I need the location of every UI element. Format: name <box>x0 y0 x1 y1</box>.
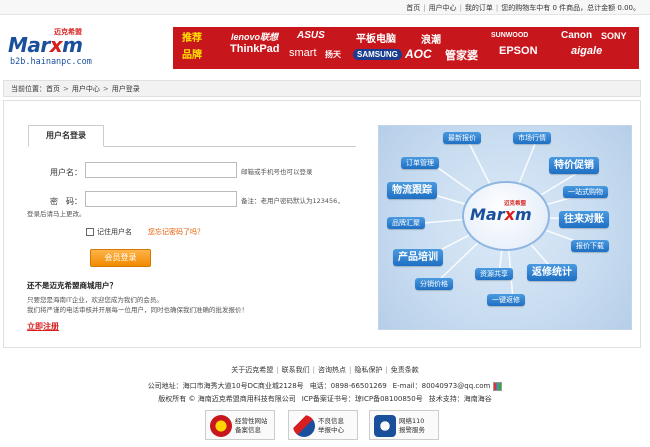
top-link-user-center[interactable]: 用户中心 <box>429 3 457 13</box>
brand-epson[interactable]: EPSON <box>499 45 538 57</box>
separator: | <box>459 4 462 12</box>
brand-sony[interactable]: SONY <box>601 31 627 41</box>
footer-icp[interactable]: ICP备案证书号：琼ICP备08100850号 <box>302 395 423 403</box>
brand-canon[interactable]: Canon <box>561 30 592 41</box>
brand-samsung[interactable]: SAMSUNG <box>353 49 402 60</box>
node-brand-gathering: 品牌汇聚 <box>387 217 425 229</box>
node-distribution-price: 分销价格 <box>415 278 453 290</box>
top-link-home[interactable]: 首页 <box>406 3 420 13</box>
register-desc-2: 我们将严谨的电话审核并开展每一位用户，同时也确保我们准确的批发报价！ <box>27 306 248 314</box>
breadcrumb-arrow: > <box>63 85 69 93</box>
police-shield-icon <box>210 415 232 437</box>
remember-username-label[interactable]: 记住用户名 <box>97 227 132 237</box>
brand-aoc[interactable]: AOC <box>405 47 432 61</box>
brand-banner[interactable]: 推荐 品牌 lenovo联想 ThinkPad ASUS smart 扬天 平板电… <box>173 27 639 69</box>
password-label: 密 码： <box>50 197 82 206</box>
diagram-hub-logo: 迈克希盟 Marxm <box>462 181 550 251</box>
register-now-link[interactable]: 立即注册 <box>27 321 59 332</box>
logo-wordmark: Marxm <box>8 33 83 57</box>
node-market: 市场行情 <box>513 132 551 144</box>
node-quote-download: 报价下载 <box>571 240 609 252</box>
brand-lenovo[interactable]: lenovo联想 <box>231 30 278 43</box>
breadcrumb-arrow: > <box>102 85 109 93</box>
top-links: 首页 | 用户中心 | 我的订单 | 您的购物车中有 0 件商品，总计金额 0.00。 <box>406 3 640 13</box>
badge-business-filing[interactable]: 经营性网站 备案信息 <box>205 410 275 440</box>
node-special-promo: 特价促销 <box>549 157 599 174</box>
breadcrumb-home[interactable]: 首页 <box>46 85 60 93</box>
node-repair-stats: 返修统计 <box>527 264 577 281</box>
remember-username-checkbox[interactable] <box>86 228 94 236</box>
forgot-password-link[interactable]: 您忘记密码了吗？ <box>148 227 204 237</box>
footer-support: 技术支持：海南海谷 <box>428 395 492 403</box>
brand-tablet[interactable]: 平板电脑 <box>356 30 396 45</box>
brand-asus[interactable]: ASUS <box>297 30 325 41</box>
footer-copyright-line: 版权所有 © 海南迈克希盟商用科技有限公司 ICP备案证书号：琼ICP备08100… <box>0 394 650 404</box>
breadcrumb: 当前位置：首页 > 用户中心 > 用户登录 <box>3 80 641 97</box>
node-product-training: 产品培训 <box>393 249 443 266</box>
breadcrumb-prefix: 当前位置： <box>11 85 46 93</box>
tab-username-login[interactable]: 用户名登录 <box>28 125 104 147</box>
brand-inspur[interactable]: 浪潮 <box>421 31 441 46</box>
footer-link-contact[interactable]: 联系我们 <box>282 366 310 374</box>
footer-address: 公司地址：海口市海秀大道10号DC商业城2128号 <box>147 382 304 390</box>
member-login-button[interactable]: 会员登录 <box>90 249 151 267</box>
node-latest-quote: 最新报价 <box>443 132 481 144</box>
footer-copyright: 版权所有 © 海南迈克希盟商用科技有限公司 <box>158 395 296 403</box>
footer-email[interactable]: E-mail：80040973@qq.com <box>393 382 491 390</box>
footer-link-hotline[interactable]: 咨询热点 <box>318 366 346 374</box>
top-link-my-orders[interactable]: 我的订单 <box>465 3 493 13</box>
brand-thinkpad[interactable]: ThinkPad <box>230 43 280 55</box>
brand-smart[interactable]: smart <box>289 47 317 59</box>
footer-link-about[interactable]: 关于迈克希盟 <box>231 366 273 374</box>
footer-link-privacy[interactable]: 隐私保护 <box>354 366 382 374</box>
separator: | <box>423 4 426 12</box>
register-desc-1: 只要您是海南IT企业，欢迎您成为我们的会员。 <box>27 296 163 304</box>
brand-sunwood[interactable]: SUNWOOD <box>491 32 528 39</box>
report-swoosh-icon <box>293 415 315 437</box>
top-bar: 首页 | 用户中心 | 我的订单 | 您的购物车中有 0 件商品，总计金额 0.00。 <box>0 0 650 15</box>
node-one-click-repair: 一键返修 <box>487 294 525 306</box>
services-diagram: 迈克希盟 Marxm 最新报价 市场行情 订单管理 特价促销 物流跟踪 一站式购… <box>378 125 632 330</box>
banner-tag: 推荐 品牌 <box>182 33 202 61</box>
node-account-reconcile: 往来对账 <box>559 211 609 228</box>
password-hint-2: 登录后请马上更改。 <box>27 210 86 218</box>
brand-yangtian[interactable]: 扬天 <box>325 49 341 60</box>
badge-police-110[interactable]: 网络110 报警服务 <box>369 410 439 440</box>
footer-links: 关于迈克希盟 | 联系我们 | 咨询热点 | 隐私保护 | 免责条款 <box>231 366 419 374</box>
password-hint-1: 备注：老用户密码默认为123456， <box>241 197 344 205</box>
node-resource-sharing: 资源共享 <box>475 268 513 280</box>
password-input[interactable] <box>85 191 237 207</box>
cart-summary[interactable]: 您的购物车中有 0 件商品，总计金额 0.00。 <box>501 3 640 13</box>
site-logo[interactable]: 迈克希盟 Marxm b2b.hainanpc.com <box>8 27 118 69</box>
breadcrumb-current: 用户登录 <box>111 85 140 93</box>
logo-url: b2b.hainanpc.com <box>10 57 92 67</box>
breadcrumb-user-center[interactable]: 用户中心 <box>72 85 100 93</box>
brand-aigale[interactable]: aigale <box>571 45 602 57</box>
username-hint: 邮箱或手机号也可以登录 <box>241 168 313 176</box>
police-badge-icon <box>374 415 396 437</box>
footer-link-disclaimer[interactable]: 免责条款 <box>391 366 419 374</box>
node-logistics: 物流跟踪 <box>387 182 437 199</box>
separator: | <box>495 4 499 12</box>
username-input[interactable] <box>85 162 237 178</box>
register-question: 还不是迈克希盟商城用户？ <box>27 281 117 290</box>
footer-contact-line: 公司地址：海口市海秀大道10号DC商业城2128号 电话：0898-6650126… <box>0 381 650 391</box>
node-one-stop-shopping: 一站式购物 <box>563 186 608 198</box>
stats-icon[interactable] <box>493 381 503 391</box>
badge-report-center[interactable]: 不良信息 举报中心 <box>288 410 358 440</box>
node-order-management: 订单管理 <box>401 157 439 169</box>
footer-phone: 电话：0898-66501269 <box>309 382 387 390</box>
username-label: 用户名： <box>50 168 82 177</box>
brand-guanjiapo[interactable]: 管家婆 <box>445 47 478 63</box>
